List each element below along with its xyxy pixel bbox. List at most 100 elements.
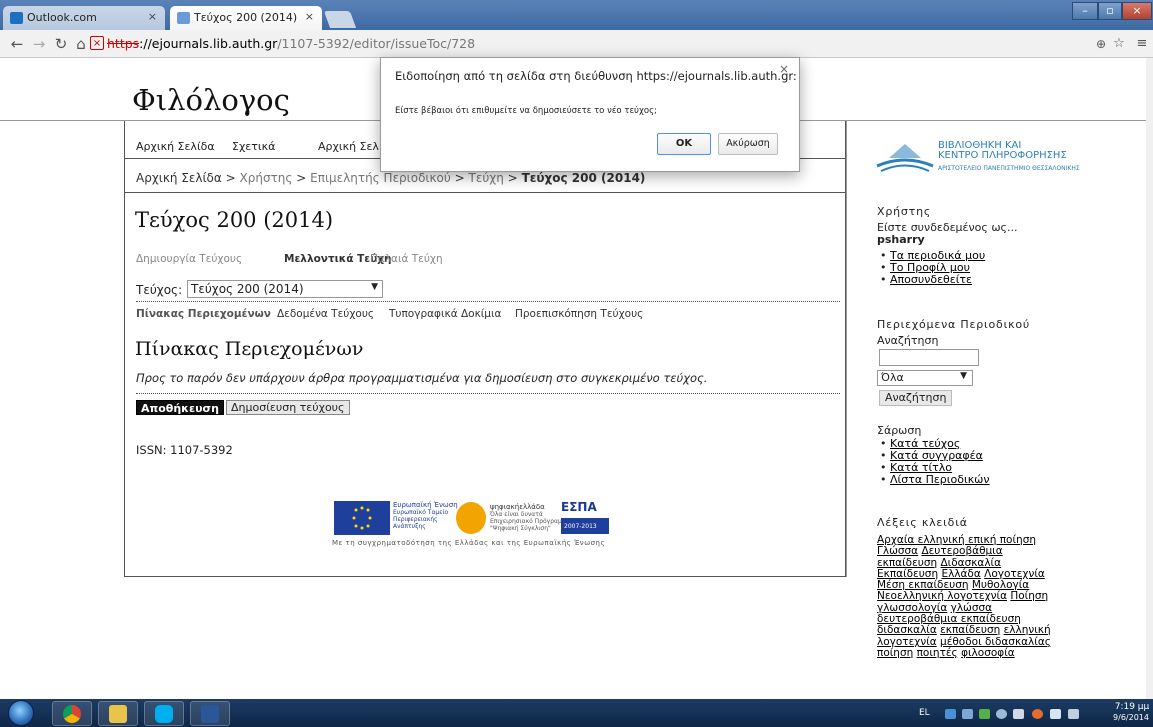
back-icon[interactable]: ← (8, 35, 26, 53)
keyword-link[interactable]: γλώσσα (951, 602, 992, 614)
keyword-link[interactable]: φιλοσοφία (961, 647, 1015, 659)
divider (136, 301, 840, 302)
keyword-cloud: Αρχαία ελληνική επική ποίηση Γλώσσα Δευτ… (877, 534, 1057, 659)
tray-icon[interactable] (979, 709, 990, 719)
outlook-icon (10, 12, 23, 24)
tab-title: Τεύχος 200 (2014) (194, 11, 298, 24)
tab-issue-data[interactable]: Δεδομένα Τεύχους (277, 308, 374, 320)
taskbar-chrome[interactable] (52, 701, 92, 726)
digital-greece-logo (456, 502, 486, 534)
tray-icon[interactable] (1032, 709, 1043, 719)
search-input[interactable] (879, 349, 979, 366)
chevron-down-icon: ▼ (960, 371, 967, 381)
tab-current-issue[interactable]: Τεύχος 200 (2014) × (170, 6, 322, 30)
breadcrumb: Αρχική Σελίδα > Χρήστης > Επιμελητής Περ… (136, 171, 645, 185)
search-scope-value: Όλα (881, 371, 904, 384)
issue-select[interactable]: Τεύχος 200 (2014) ▼ (187, 280, 383, 298)
tray-icon[interactable] (962, 709, 973, 719)
tab-table-of-contents[interactable]: Πίνακας Περιεχομένων (136, 308, 271, 320)
keyword-link[interactable]: γλωσσολογία (877, 602, 947, 614)
page-scrollbar[interactable] (1146, 58, 1153, 699)
keyword-link[interactable]: Ελλάδα (941, 568, 980, 580)
breadcrumb-editor[interactable]: Επιμελητής Περιοδικού (310, 171, 451, 185)
ok-button[interactable]: OK (657, 133, 711, 155)
tab-preview[interactable]: Προεπισκόπηση Τεύχους (515, 308, 643, 320)
insecure-lock-icon[interactable]: × (90, 36, 104, 50)
tray-icon[interactable] (996, 709, 1007, 719)
keyword-link[interactable]: Μέση εκπαίδευση (877, 579, 969, 591)
keyword-link[interactable]: Διδασκαλία (941, 557, 1002, 569)
signal-icon[interactable] (1013, 709, 1024, 719)
speaker-icon[interactable] (1068, 709, 1079, 719)
eu-line: Περιφερειακής (393, 516, 438, 523)
journal-list-link[interactable]: Λίστα Περιοδικών (890, 473, 990, 486)
keyword-link[interactable]: εκπαίδευση (940, 624, 1000, 636)
forward-icon[interactable]: → (30, 35, 48, 53)
keyword-link[interactable]: Ποίηση (1010, 590, 1048, 602)
keyword-link[interactable]: μέθοδοι διδασκαλίας (940, 636, 1051, 648)
digital-line: Όλα είναι δυνατά (490, 511, 543, 518)
close-window-button[interactable]: × (1122, 2, 1152, 20)
dialog-title: Ειδοποίηση από τη σελίδα στη διεύθυνση h… (395, 69, 797, 83)
create-issue-link[interactable]: Δημιουργία Τεύχους (136, 253, 242, 265)
zoom-icon[interactable]: ⊕ (1092, 35, 1110, 53)
browse-links: Κατά τεύχος Κατά συγγραφέα Κατά τίτλο Λί… (877, 438, 990, 487)
bookmark-star-icon[interactable]: ☆ (1110, 35, 1128, 53)
user-heading: Χρήστης (877, 205, 932, 218)
maximize-button[interactable]: ▫ (1098, 2, 1122, 20)
keyword-link[interactable]: Εκπαίδευση (877, 568, 938, 580)
flag-icon[interactable] (1050, 709, 1061, 719)
library-logo-text: ΒΙΒΛΙΟΘΗΚΗ ΚΑΙ ΚΕΝΤΡΟ ΠΛΗΡΟΦΟΡΗΣΗΣ (938, 141, 1067, 161)
keyword-link[interactable]: ποιητές (917, 647, 958, 659)
logout-link[interactable]: Αποσυνδεθείτε (890, 273, 972, 286)
issue-select-label: Τεύχος: (136, 283, 183, 297)
menu-icon[interactable]: ≡ (1133, 35, 1151, 53)
save-button[interactable]: Αποθήκευση (136, 400, 224, 415)
close-icon[interactable]: × (779, 62, 789, 76)
address-bar[interactable]: https://ejournals.lib.auth.gr/1107-5392/… (107, 34, 1117, 54)
tab-title: Outlook.com (27, 11, 97, 24)
nav-about[interactable]: Σχετικά (232, 140, 275, 153)
home-icon[interactable]: ⌂ (72, 35, 90, 53)
keyword-link[interactable]: Νεοελληνική λογοτεχνία (877, 590, 1007, 602)
breadcrumb-user[interactable]: Χρήστης (240, 171, 293, 185)
language-indicator[interactable]: EL (919, 708, 930, 718)
reload-icon[interactable]: ↻ (52, 35, 70, 53)
search-scope-select[interactable]: Όλα ▼ (877, 370, 973, 386)
keyword-link[interactable]: Γλώσσα (877, 545, 918, 557)
clock-time[interactable]: 7:19 μμ (1112, 702, 1152, 712)
cancel-button[interactable]: Ακύρωση (718, 133, 778, 155)
nav-home[interactable]: Αρχική Σελίδα (136, 140, 215, 153)
funding-caption: Με τη συγχρηματοδότηση της Ελλάδας και τ… (332, 539, 606, 547)
breadcrumb-sep: > (454, 171, 465, 185)
keyword-link[interactable]: διδασκαλία (877, 624, 937, 636)
tab-outlook[interactable]: Outlook.com × (3, 6, 165, 30)
tab-galleys[interactable]: Τυπογραφικά Δοκίμια (389, 308, 501, 320)
keyword-link[interactable]: δευτεροβάθμια εκπαίδευση (877, 613, 1021, 625)
start-button[interactable] (8, 700, 34, 726)
sidebar-divider (846, 121, 847, 577)
library-logo-subtitle: ΑΡΙΣΤΟΤΕΛΕΙΟ ΠΑΝΕΠΙΣΤΗΜΙΟ ΘΕΣΣΑΛΟΝΙΚΗΣ (938, 165, 1080, 172)
clock-date[interactable]: 9/6/2014 (1110, 713, 1152, 722)
taskbar-skype[interactable] (144, 701, 184, 726)
breadcrumb-home[interactable]: Αρχική Σελίδα (136, 171, 222, 185)
taskbar-word[interactable] (190, 701, 230, 726)
tray-icon[interactable] (945, 709, 956, 719)
close-tab-icon[interactable]: × (148, 10, 157, 23)
back-issues-link[interactable]: Παλαιά Τεύχη (370, 253, 443, 265)
breadcrumb-current: Τεύχος 200 (2014) (521, 171, 646, 185)
eu-line: Ευρωπαϊκό Ταμείο (393, 509, 449, 516)
minimize-button[interactable]: – (1072, 2, 1098, 20)
keyword-link[interactable]: Αρχαία ελληνική επική ποίηση (877, 534, 1036, 546)
keyword-link[interactable]: ποίηση (877, 647, 913, 659)
taskbar-explorer[interactable] (98, 701, 138, 726)
keyword-link[interactable]: Μυθολογία (972, 579, 1029, 591)
eu-line: Ευρωπαϊκή Ένωση (393, 501, 458, 509)
keyword-link[interactable]: Λογοτεχνία (984, 568, 1045, 580)
publish-issue-button[interactable]: Δημοσίευση τεύχους (226, 400, 350, 415)
search-button[interactable]: Αναζήτηση (879, 390, 953, 406)
breadcrumb-issues[interactable]: Τεύχη (469, 171, 504, 185)
close-tab-icon[interactable]: × (305, 10, 314, 23)
nav-user-home[interactable]: Αρχική Σελ (318, 140, 379, 153)
url-path: /1107-5392/editor/issueToc/728 (277, 36, 476, 51)
